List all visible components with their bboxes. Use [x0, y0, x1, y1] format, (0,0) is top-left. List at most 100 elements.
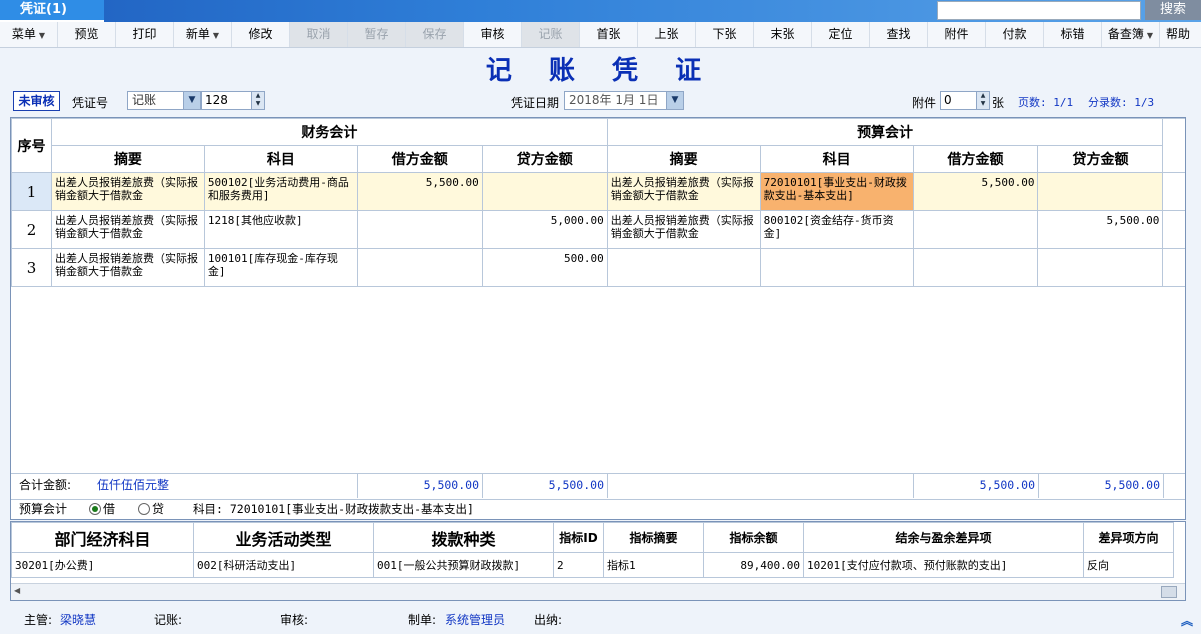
finance-summary-cell[interactable]: 出差人员报销差旅费（实际报销金额大于借款金 — [50, 210, 205, 249]
toolbar-button-13[interactable]: 末张 — [754, 22, 812, 47]
toolbar-button-3[interactable]: 新单 ▼ — [174, 22, 232, 47]
detail-cell-3[interactable]: 2 — [553, 552, 604, 578]
finance-account-cell[interactable]: 500102[业务活动费用-商品和服务费用] — [203, 172, 358, 211]
toolbar-button-0[interactable]: 菜单 ▼ — [0, 22, 58, 47]
budget-account-cell[interactable]: 72010101[事业支出-财政拨款支出-基本支出] — [759, 172, 914, 211]
supervisor-label: 主管: — [24, 613, 53, 627]
toolbar-button-9[interactable]: 记账 — [522, 22, 580, 47]
budget-summary-cell[interactable]: 出差人员报销差旅费（实际报销金额大于借款金 — [606, 210, 761, 249]
table-row[interactable]: 2 出差人员报销差旅费（实际报销金额大于借款金 1218[其他应收款] 5,000.0… — [11, 210, 1185, 249]
toolbar-button-6[interactable]: 暂存 — [348, 22, 406, 47]
voucher-grid-frame: 序号 财务会计 预算会计 摘要 科目 借方金额 贷方金额 摘要 科目 借方金额 … — [10, 117, 1186, 520]
voucher-date-picker[interactable]: 2018年 1月 1日 ▼ — [564, 91, 684, 110]
total-budget-credit: 5,500.00 — [1104, 478, 1160, 492]
detail-cell-7[interactable]: 反向 — [1083, 552, 1174, 578]
budget-account-cell[interactable]: 800102[资金结存-货币资金] — [759, 210, 914, 249]
radio-selected-icon[interactable] — [89, 503, 101, 515]
budget-summary-cell[interactable]: 出差人员报销差旅费（实际报销金额大于借款金 — [606, 172, 761, 211]
toolbar-button-label: 暂存 — [364, 27, 389, 41]
voucher-date-value: 2018年 1月 1日 — [569, 93, 659, 107]
toolbar-button-18[interactable]: 标错 — [1044, 22, 1102, 47]
toolbar-button-11[interactable]: 上张 — [638, 22, 696, 47]
detail-cell-4[interactable]: 指标1 — [603, 552, 704, 578]
toolbar-button-12[interactable]: 下张 — [696, 22, 754, 47]
toolbar-button-16[interactable]: 附件 — [928, 22, 986, 47]
finance-account-cell[interactable]: 1218[其他应收款] — [203, 210, 358, 249]
finance-debit-cell[interactable]: 5,500.00 — [356, 172, 483, 211]
detail-header-7: 差异项方向 — [1083, 522, 1174, 553]
table-row[interactable]: 3 出差人员报销差旅费（实际报销金额大于借款金 100101[库存现金-库存现金] 5… — [11, 248, 1185, 287]
toolbar-button-5[interactable]: 取消 — [290, 22, 348, 47]
finance-summary-cell[interactable]: 出差人员报销差旅费（实际报销金额大于借款金 — [50, 248, 205, 287]
budget-credit-cell[interactable] — [1037, 248, 1164, 287]
detail-cell-1[interactable]: 002[科研活动支出] — [193, 552, 374, 578]
chevron-down-icon[interactable]: ▼ — [183, 92, 200, 109]
toolbar-button-label: 预览 — [74, 27, 99, 41]
budget-group-header: 预算会计 — [606, 118, 1164, 146]
voucher-entries-table: 序号 财务会计 预算会计 摘要 科目 借方金额 贷方金额 摘要 科目 借方金额 … — [11, 118, 1185, 287]
row-spacer — [1162, 172, 1185, 211]
finance-credit-cell[interactable]: 500.00 — [481, 248, 608, 287]
toolbar-button-4[interactable]: 修改 — [232, 22, 290, 47]
detail-cell-6[interactable]: 10201[支付应付款项、预付账款的支出] — [803, 552, 1084, 578]
toolbar-button-2[interactable]: 打印 — [116, 22, 174, 47]
toolbar-button-label: 帮助 — [1166, 27, 1190, 41]
toolbar-button-7[interactable]: 保存 — [406, 22, 464, 47]
horizontal-scrollbar[interactable]: ◀ — [11, 583, 1185, 600]
attachment-stepper[interactable]: 0 ▲ ▼ — [940, 91, 990, 110]
finance-credit-cell[interactable]: 5,000.00 — [481, 210, 608, 249]
collapse-up-icon[interactable]: ︽ — [1181, 612, 1193, 629]
scroll-left-icon[interactable]: ◀ — [14, 586, 20, 595]
chevron-down-icon[interactable]: ▼ — [666, 92, 683, 109]
budget-credit-cell[interactable] — [1037, 172, 1164, 211]
toolbar-button-label: 付款 — [1002, 27, 1027, 41]
toolbar-button-14[interactable]: 定位 — [812, 22, 870, 47]
budget-debit-cell[interactable]: 5,500.00 — [912, 172, 1039, 211]
detail-cell-0[interactable]: 30201[办公费] — [11, 552, 194, 578]
detail-header-1: 业务活动类型 — [193, 522, 374, 553]
voucher-type-value: 记账 — [132, 93, 157, 107]
total-row: 合计金额: 伍仟伍佰元整 5,500.00 5,500.00 5,500.00 … — [11, 473, 1185, 498]
toolbar-button-19[interactable]: 备查簿 ▼ — [1102, 22, 1160, 47]
voucher-type-select[interactable]: 记账 ▼ — [127, 91, 201, 110]
finance-credit-cell[interactable] — [481, 172, 608, 211]
scrollbar-thumb[interactable] — [1161, 586, 1177, 598]
toolbar-button-10[interactable]: 首张 — [580, 22, 638, 47]
finance-account-cell[interactable]: 100101[库存现金-库存现金] — [203, 248, 358, 287]
budget-summary-cell[interactable] — [606, 248, 761, 287]
finance-debit-header: 借方金额 — [356, 145, 483, 173]
detail-header-0: 部门经济科目 — [11, 522, 194, 553]
voucher-no-value: 128 — [205, 93, 228, 107]
toolbar-button-label: 首张 — [596, 27, 621, 41]
finance-debit-cell[interactable] — [356, 248, 483, 287]
tab-voucher[interactable]: 凭证(1) — [0, 0, 104, 22]
detail-cell-5[interactable]: 89,400.00 — [703, 552, 804, 578]
radio-unselected-icon[interactable] — [138, 503, 150, 515]
status-badge: 未审核 — [13, 91, 60, 111]
toolbar-button-8[interactable]: 审核 — [464, 22, 522, 47]
attachment-count: 0 — [944, 93, 952, 107]
stepper-arrows-icon[interactable]: ▲ ▼ — [251, 92, 264, 109]
table-row[interactable]: 30201[办公费] 002[科研活动支出] 001[一般公共预算财政拨款] 2 指标1… — [11, 552, 1174, 578]
detail-cell-2[interactable]: 001[一般公共预算财政拨款] — [373, 552, 554, 578]
toolbar-button-15[interactable]: 查找 — [870, 22, 928, 47]
toolbar-button-label: 取消 — [306, 27, 331, 41]
budget-debit-cell[interactable] — [912, 210, 1039, 249]
finance-debit-cell[interactable] — [356, 210, 483, 249]
stepper-arrows-icon[interactable]: ▲ ▼ — [976, 92, 989, 109]
budget-credit-cell[interactable]: 5,500.00 — [1037, 210, 1164, 249]
budget-account-cell[interactable] — [759, 248, 914, 287]
finance-summary-cell[interactable]: 出差人员报销差旅费（实际报销金额大于借款金 — [50, 172, 205, 211]
radio-debit[interactable]: 借 — [89, 500, 115, 518]
voucher-no-stepper[interactable]: 128 ▲ ▼ — [201, 91, 265, 110]
search-input[interactable] — [937, 1, 1141, 20]
budget-debit-cell[interactable] — [912, 248, 1039, 287]
toolbar-button-20[interactable]: 帮助 — [1160, 22, 1190, 47]
toolbar-button-1[interactable]: 预览 — [58, 22, 116, 47]
toolbar-button-label: 末张 — [770, 27, 795, 41]
radio-credit[interactable]: 贷 — [138, 500, 164, 518]
reviewer-label: 审核: — [280, 613, 309, 627]
toolbar-button-17[interactable]: 付款 — [986, 22, 1044, 47]
search-button[interactable]: 搜索 — [1145, 0, 1201, 20]
table-row[interactable]: 1 出差人员报销差旅费（实际报销金额大于借款金 500102[业务活动费用-商品和服… — [11, 172, 1185, 211]
